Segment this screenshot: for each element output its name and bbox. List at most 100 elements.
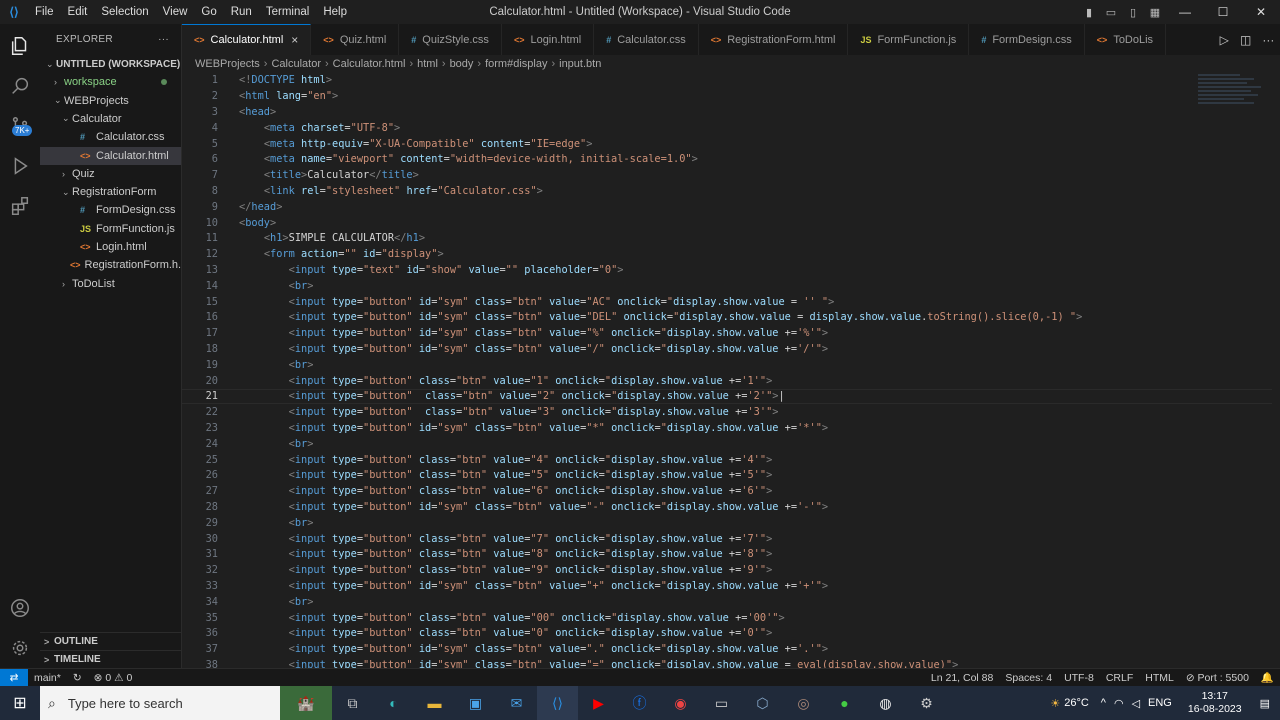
breadcrumb-item[interactable]: body — [450, 58, 474, 70]
tree-item[interactable]: ⌄ Calculator — [40, 110, 181, 128]
breadcrumb-item[interactable]: Calculator — [271, 58, 321, 70]
toggle-panel-icon[interactable]: ▭ — [1100, 6, 1122, 19]
code-line[interactable]: 18 <input type="button" id="sym" class="… — [182, 341, 1272, 357]
live-server-port[interactable]: ⊘ Port : 5500 — [1180, 672, 1255, 684]
tree-item[interactable]: › Quiz — [40, 165, 181, 183]
line-ending[interactable]: CRLF — [1100, 672, 1139, 684]
accounts-icon[interactable] — [0, 588, 40, 628]
windows-start-icon[interactable]: ⊞ — [0, 693, 40, 713]
code-line[interactable]: 9 </head> — [182, 199, 1272, 215]
code-line[interactable]: 30 <input type="button" class="btn" valu… — [182, 531, 1272, 547]
more-actions-icon[interactable]: ··· — [158, 34, 169, 45]
code-editor[interactable]: 1 <!DOCTYPE html> 2 <html lang="en"> 3 <head>… — [182, 72, 1280, 668]
timeline-section[interactable]: > TIMELINE — [40, 650, 181, 668]
code-line[interactable]: 4 <meta charset="UTF-8"> — [182, 120, 1272, 136]
menu-item-help[interactable]: Help — [316, 6, 354, 18]
code-line[interactable]: 28 <input type="button" id="sym" class="… — [182, 499, 1272, 515]
tree-item[interactable]: # FormDesign.css — [40, 201, 181, 219]
tab-formdesign-css[interactable]: # FormDesign.css — [969, 24, 1085, 55]
tree-item[interactable]: JS FormFunction.js — [40, 220, 181, 238]
tree-item[interactable]: <> Calculator.html — [40, 146, 181, 165]
code-line[interactable]: 27 <input type="button" class="btn" valu… — [182, 483, 1272, 499]
more-icon[interactable]: ··· — [1262, 33, 1274, 47]
code-line[interactable]: 21 <input type="button" class="btn" valu… — [182, 388, 1272, 405]
git-branch[interactable]: main* — [28, 672, 67, 684]
code-line[interactable]: 32 <input type="button" class="btn" valu… — [182, 562, 1272, 578]
code-line[interactable]: 8 <link rel="stylesheet" href="Calculato… — [182, 183, 1272, 199]
facebook-icon[interactable]: ⓕ — [619, 686, 660, 720]
menu-item-view[interactable]: View — [156, 6, 195, 18]
tree-item[interactable]: ⌄ UNTITLED (WORKSPACE) — [40, 55, 181, 73]
edge-icon[interactable]: ◐ — [373, 686, 414, 720]
chrome-icon[interactable]: ◉ — [660, 686, 701, 720]
cursor-position[interactable]: Ln 21, Col 88 — [925, 672, 999, 684]
tab-login-html[interactable]: <> Login.html — [502, 24, 595, 55]
menu-item-file[interactable]: File — [28, 6, 61, 18]
code-line[interactable]: 38 <input type="button" id="sym" class="… — [182, 657, 1272, 668]
breadcrumb-item[interactable]: form#display — [485, 58, 547, 70]
outline-section[interactable]: > OUTLINE — [40, 632, 181, 650]
app-icon-3[interactable]: ● — [824, 686, 865, 720]
tab-registrationform-html[interactable]: <> RegistrationForm.html — [699, 24, 849, 55]
code-line[interactable]: 5 <meta http-equiv="X-UA-Compatible" con… — [182, 136, 1272, 152]
menu-item-edit[interactable]: Edit — [61, 6, 95, 18]
code-line[interactable]: 35 <input type="button" class="btn" valu… — [182, 610, 1272, 626]
breadcrumb-item[interactable]: WEBProjects — [195, 58, 260, 70]
language-indicator[interactable]: ENG — [1148, 697, 1172, 709]
sync-icon[interactable]: ↻ — [67, 672, 88, 684]
terminal-icon[interactable]: ▭ — [701, 686, 742, 720]
split-editor-icon[interactable]: ◫ — [1240, 33, 1251, 47]
code-line[interactable]: 20 <input type="button" class="btn" valu… — [182, 373, 1272, 389]
settings-gear-icon[interactable] — [0, 628, 40, 668]
notifications-icon[interactable]: 🔔 — [1255, 671, 1280, 684]
code-line[interactable]: 37 <input type="button" id="sym" class="… — [182, 641, 1272, 657]
tab-calculator-css[interactable]: # Calculator.css — [594, 24, 699, 55]
code-line[interactable]: 11 <h1>SIMPLE CALCULATOR</h1> — [182, 231, 1272, 247]
explorer-icon[interactable] — [0, 26, 40, 66]
app-icon-2[interactable]: ◎ — [783, 686, 824, 720]
tree-item[interactable]: ⌄ RegistrationForm — [40, 183, 181, 201]
indentation[interactable]: Spaces: 4 — [999, 672, 1058, 684]
clock[interactable]: 13:17 16-08-2023 — [1180, 690, 1250, 716]
run-debug-icon[interactable] — [0, 146, 40, 186]
tab-quiz-html[interactable]: <> Quiz.html — [311, 24, 400, 55]
close-icon[interactable]: × — [291, 33, 298, 47]
close-window-button[interactable]: ✕ — [1242, 5, 1280, 19]
tab-calculator-html[interactable]: <> Calculator.html × — [182, 24, 312, 55]
code-line[interactable]: 23 <input type="button" id="sym" class="… — [182, 420, 1272, 436]
wifi-icon[interactable]: ◠ — [1114, 697, 1124, 710]
menu-item-go[interactable]: Go — [194, 6, 223, 18]
code-line[interactable]: 34 <br> — [182, 594, 1272, 610]
customize-layout-icon[interactable]: ▦ — [1144, 6, 1166, 19]
tree-item[interactable]: ⌄ WEBProjects — [40, 92, 181, 110]
taskbar-search[interactable]: ⌕ Type here to search — [40, 686, 280, 720]
code-line[interactable]: 17 <input type="button" id="sym" class="… — [182, 325, 1272, 341]
code-line[interactable]: 19 <br> — [182, 357, 1272, 373]
code-line[interactable]: 14 <br> — [182, 278, 1272, 294]
menu-item-selection[interactable]: Selection — [94, 6, 155, 18]
code-line[interactable]: 13 <input type="text" id="show" value=""… — [182, 262, 1272, 278]
menu-item-run[interactable]: Run — [224, 6, 259, 18]
code-line[interactable]: 10 <body> — [182, 215, 1272, 231]
tree-item[interactable]: <> Login.html — [40, 238, 181, 256]
code-line[interactable]: 24 <br> — [182, 436, 1272, 452]
code-line[interactable]: 36 <input type="button" class="btn" valu… — [182, 626, 1272, 642]
code-line[interactable]: 22 <input type="button" class="btn" valu… — [182, 404, 1272, 420]
tray-chevron-icon[interactable]: ^ — [1101, 697, 1106, 709]
app-icon[interactable]: ⬡ — [742, 686, 783, 720]
volume-icon[interactable]: ◁ — [1132, 697, 1140, 710]
code-line[interactable]: 7 <title>Calculator</title> — [182, 167, 1272, 183]
code-line[interactable]: 33 <input type="button" id="sym" class="… — [182, 578, 1272, 594]
code-line[interactable]: 31 <input type="button" class="btn" valu… — [182, 547, 1272, 563]
store-icon[interactable]: ▣ — [455, 686, 496, 720]
maximize-button[interactable]: ☐ — [1204, 5, 1242, 19]
weather-widget-icon[interactable]: 🏰 — [280, 686, 332, 720]
notification-center-icon[interactable]: ▤ — [1260, 697, 1270, 710]
youtube-icon[interactable]: ▶ — [578, 686, 619, 720]
tree-item[interactable]: › ToDoList — [40, 275, 181, 293]
code-line[interactable]: 16 <input type="button" id="sym" class="… — [182, 310, 1272, 326]
mail-icon[interactable]: ✉ — [496, 686, 537, 720]
code-line[interactable]: 12 <form action="" id="display"> — [182, 246, 1272, 262]
breadcrumb-item[interactable]: html — [417, 58, 438, 70]
search-icon[interactable] — [0, 66, 40, 106]
